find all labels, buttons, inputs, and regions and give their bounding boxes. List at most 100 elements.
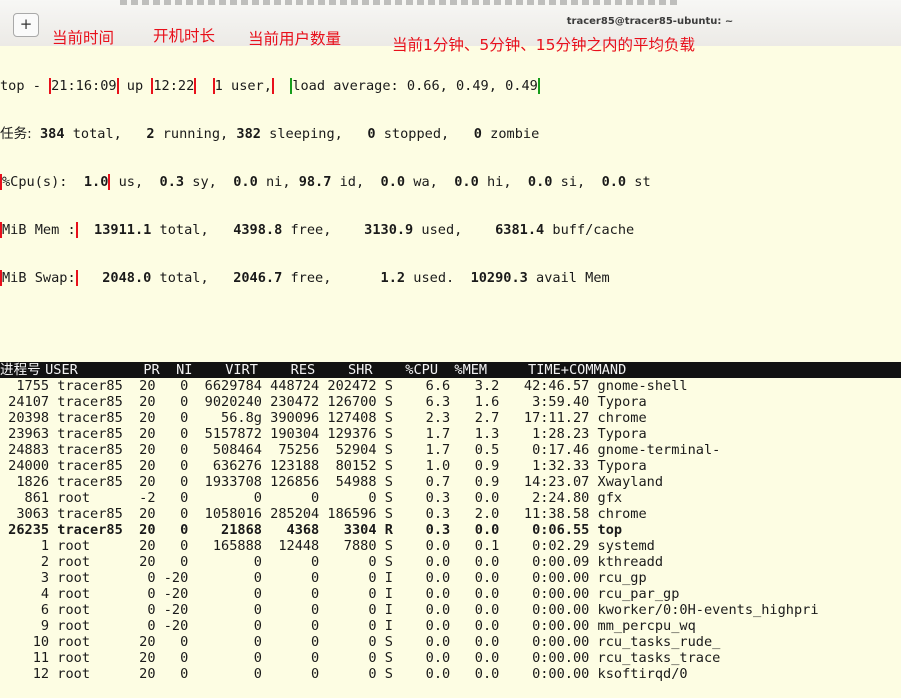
cpu-cell: 1.7 [392, 426, 451, 442]
state-cell: S [376, 458, 393, 474]
virt-cell: 165888 [188, 538, 262, 554]
user-cell: root [57, 618, 131, 634]
virt-cell: 1933708 [188, 474, 262, 490]
command-cell: mm_percpu_wq [597, 618, 696, 634]
mem-text: used, [413, 222, 496, 238]
shr-cell: 0 [319, 570, 377, 586]
process-row[interactable]: 20398 tracer85 20 0 56.8g 390096 127408 … [0, 410, 901, 426]
column-header[interactable]: TIME+ [487, 362, 569, 378]
user-cell: tracer85 [57, 426, 131, 442]
mem-cell: 2.0 [450, 506, 500, 522]
cpu-cell: 0.3 [392, 506, 451, 522]
time-cell: 14:23.07 [499, 474, 598, 490]
time-cell: 0:17.46 [499, 442, 598, 458]
column-header[interactable]: RES [258, 362, 316, 378]
process-row[interactable]: 23963 tracer85 20 0 5157872 190304 12937… [0, 426, 901, 442]
shr-cell: 0 [319, 666, 377, 682]
process-row[interactable]: 3 root 0 -20 0 0 0 I 0.0 0.0 0:00.00 rcu… [0, 570, 901, 586]
process-row[interactable]: 3063 tracer85 20 0 1058016 285204 186596… [0, 506, 901, 522]
mem-cell: 2.7 [450, 410, 500, 426]
shr-cell: 0 [319, 554, 377, 570]
res-cell: 126856 [261, 474, 320, 490]
swap-total: 2048.0 [102, 270, 152, 286]
res-cell: 190304 [261, 426, 320, 442]
res-cell: 0 [261, 554, 320, 570]
process-row[interactable]: 26235 tracer85 20 0 21868 4368 3304 R 0.… [0, 522, 901, 538]
ni-cell: 0 [155, 410, 189, 426]
process-row[interactable]: 24883 tracer85 20 0 508464 75256 52904 S… [0, 442, 901, 458]
column-header[interactable]: USER [45, 362, 127, 378]
command-cell: gnome-shell [597, 378, 688, 394]
new-tab-button[interactable]: + [13, 13, 39, 37]
cpu-cell: 0.0 [392, 586, 451, 602]
ni-cell: -20 [155, 618, 189, 634]
process-row[interactable]: 11 root 20 0 0 0 0 S 0.0 0.0 0:00.00 rcu… [0, 650, 901, 666]
state-cell: I [376, 602, 393, 618]
column-header[interactable]: %CPU [389, 362, 438, 378]
column-header[interactable] [373, 362, 389, 378]
mem-buff: 6381.4 [495, 222, 545, 238]
cpu-cell: 0.7 [392, 474, 451, 490]
state-cell: S [376, 410, 393, 426]
virt-cell: 0 [188, 634, 262, 650]
mem-cell: 0.0 [450, 650, 500, 666]
shr-cell: 0 [319, 586, 377, 602]
pid-cell: 861 [0, 490, 58, 506]
virt-cell: 0 [188, 586, 262, 602]
time-cell: 1:32.33 [499, 458, 598, 474]
pid-cell: 3063 [0, 506, 58, 522]
mem-cell: 0.0 [450, 602, 500, 618]
process-row[interactable]: 9 root 0 -20 0 0 0 I 0.0 0.0 0:00.00 mm_… [0, 618, 901, 634]
process-row[interactable]: 1755 tracer85 20 0 6629784 448724 202472… [0, 378, 901, 394]
user-cell: tracer85 [57, 474, 131, 490]
column-header[interactable]: NI [160, 362, 192, 378]
swap-avail: 10290.3 [470, 270, 528, 286]
process-row[interactable]: 12 root 20 0 0 0 0 S 0.0 0.0 0:00.00 kso… [0, 666, 901, 682]
cpu-id: 98.7 [298, 174, 332, 190]
state-cell: R [376, 522, 393, 538]
shr-cell: 0 [319, 490, 377, 506]
tasks-label: 任务: [0, 126, 32, 142]
ni-cell: 0 [155, 554, 189, 570]
time-cell: 0:00.00 [499, 618, 598, 634]
pid-cell: 4 [0, 586, 58, 602]
cpu-sy: 0.3 [159, 174, 185, 190]
column-header[interactable]: 进程号 [0, 362, 45, 378]
ni-cell: 0 [155, 506, 189, 522]
process-row[interactable]: 10 root 20 0 0 0 0 S 0.0 0.0 0:00.00 rcu… [0, 634, 901, 650]
process-row[interactable]: 861 root -2 0 0 0 0 S 0.3 0.0 2:24.80 gf… [0, 490, 901, 506]
state-cell: S [376, 378, 393, 394]
process-row[interactable]: 24107 tracer85 20 0 9020240 230472 12670… [0, 394, 901, 410]
user-cell: tracer85 [57, 442, 131, 458]
column-header[interactable]: SHR [315, 362, 373, 378]
command-cell: rcu_tasks_rude_ [597, 634, 721, 650]
pr-cell: 0 [130, 602, 156, 618]
user-cell: root [57, 490, 131, 506]
column-header[interactable]: PR [127, 362, 159, 378]
summary-gap [0, 318, 901, 330]
pr-cell: 20 [130, 458, 156, 474]
process-row[interactable]: 1826 tracer85 20 0 1933708 126856 54988 … [0, 474, 901, 490]
column-header[interactable]: COMMAND [569, 362, 626, 378]
shr-cell: 7880 [319, 538, 377, 554]
res-cell: 0 [261, 570, 320, 586]
process-row[interactable]: 2 root 20 0 0 0 0 S 0.0 0.0 0:00.09 kthr… [0, 554, 901, 570]
command-cell: kthreadd [597, 554, 664, 570]
pid-cell: 20398 [0, 410, 58, 426]
terminal-area[interactable]: top - 21:16:09 up 12:22 1 user, load ave… [0, 46, 901, 682]
mem-cell: 0.5 [450, 442, 500, 458]
process-row[interactable]: 1 root 20 0 165888 12448 7880 S 0.0 0.1 … [0, 538, 901, 554]
pr-cell: 20 [130, 426, 156, 442]
process-row[interactable]: 6 root 0 -20 0 0 0 I 0.0 0.0 0:00.00 kwo… [0, 602, 901, 618]
pr-cell: 0 [130, 618, 156, 634]
column-header[interactable]: VIRT [192, 362, 258, 378]
pr-cell: 20 [130, 474, 156, 490]
pid-cell: 2 [0, 554, 58, 570]
process-row[interactable]: 4 root 0 -20 0 0 0 I 0.0 0.0 0:00.00 rcu… [0, 586, 901, 602]
process-row[interactable]: 24000 tracer85 20 0 636276 123188 80152 … [0, 458, 901, 474]
column-header[interactable]: %MEM [438, 362, 487, 378]
swap-text: used. [405, 270, 471, 286]
state-cell: S [376, 490, 393, 506]
process-table[interactable]: 进程号 USER PR NI VIRT RES SHR %CPU %MEM TI… [0, 362, 901, 682]
annotation-load-average: 当前1分钟、5分钟、15分钟之内的平均负载 [392, 36, 695, 54]
